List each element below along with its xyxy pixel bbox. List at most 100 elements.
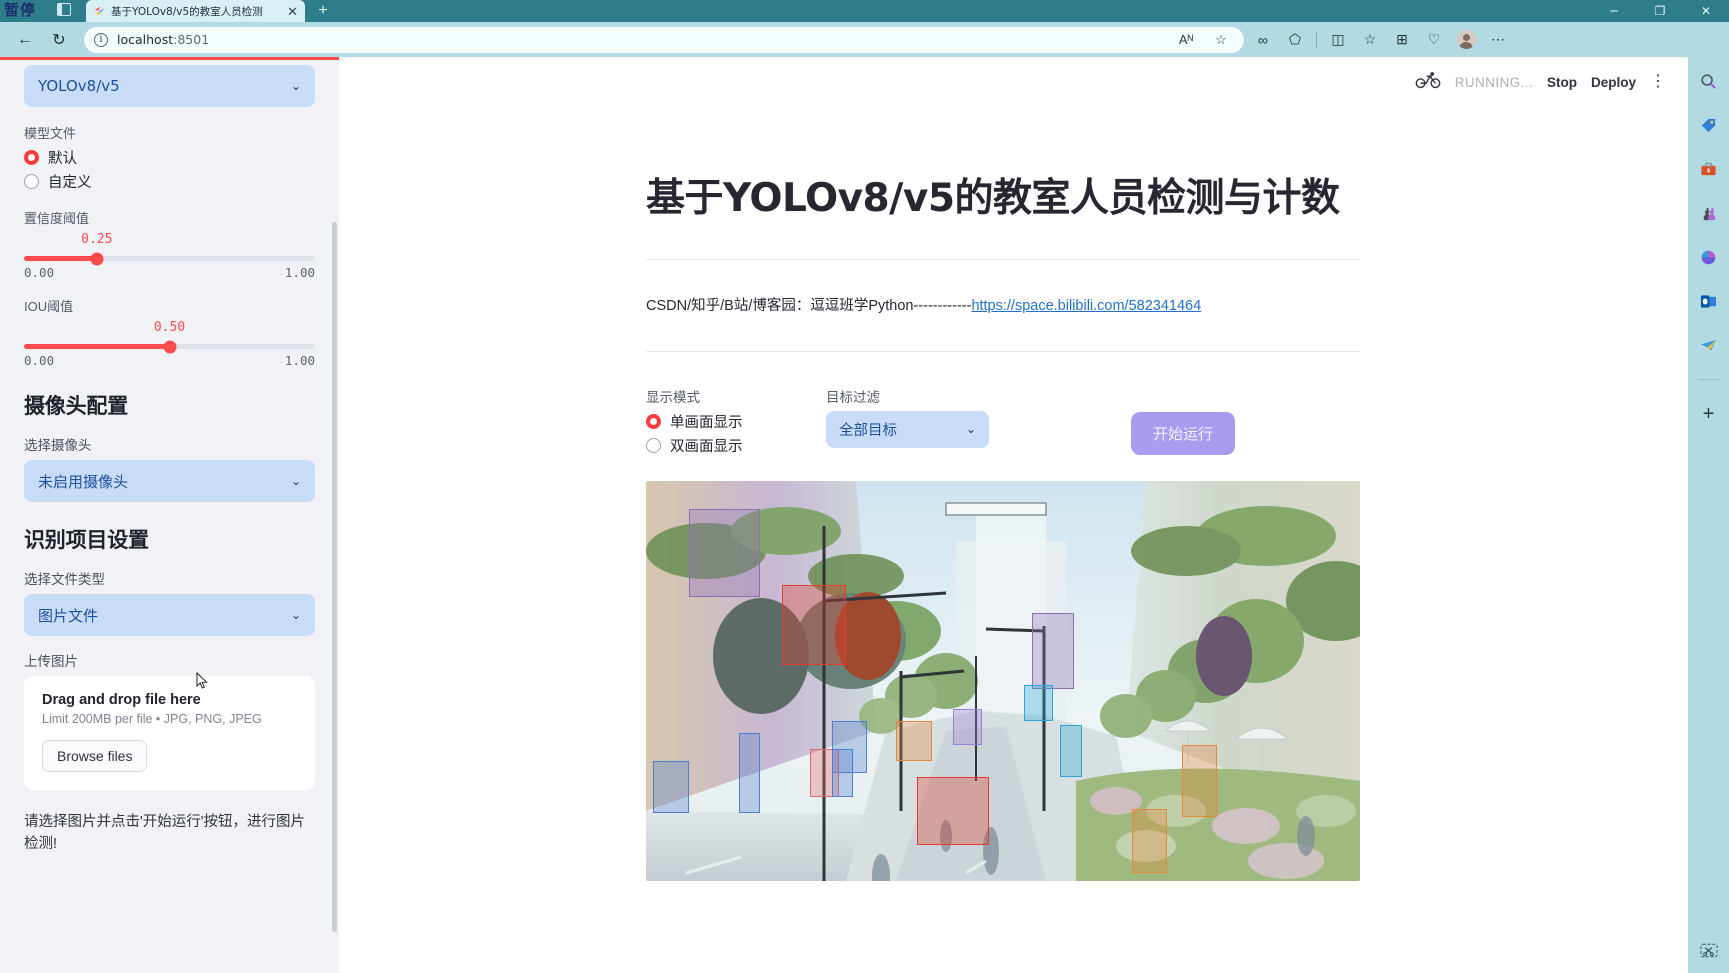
tab-search-icon[interactable]	[57, 3, 71, 16]
minimize-button[interactable]: ─	[1591, 0, 1637, 22]
camera-section-heading: 摄像头配置	[24, 395, 128, 418]
snip-tool-icon[interactable]	[1699, 941, 1718, 965]
file-uploader-dropzone[interactable]: Drag and drop file here Limit 200MB per …	[24, 676, 315, 790]
credit-line: CSDN/知乎/B站/博客园：逗逗班学Python------------htt…	[646, 294, 1360, 315]
running-status-text: RUNNING...	[1454, 74, 1533, 90]
iou-slider-value-wrap: 0.50	[24, 320, 315, 338]
page-title: 基于YOLOv8/v5的教室人员检测与计数	[646, 176, 1340, 221]
profile-avatar[interactable]	[1451, 26, 1481, 54]
radio-model-custom[interactable]: 自定义	[24, 171, 315, 192]
model-select[interactable]: YOLOv8/v5 ⌄	[24, 65, 315, 107]
stop-button[interactable]: Stop	[1547, 75, 1577, 90]
detection-bbox	[895, 720, 932, 761]
detection-bbox	[1131, 808, 1168, 873]
read-aloud-icon[interactable]: Aᴺ	[1173, 29, 1199, 51]
new-tab-button[interactable]: +	[312, 2, 334, 21]
deploy-button[interactable]: Deploy	[1591, 75, 1636, 90]
camera-select[interactable]: 未启用摄像头 ⌄	[24, 460, 315, 502]
target-filter-label: 目标过滤	[826, 389, 880, 405]
detection-bbox	[831, 748, 854, 797]
target-filter-select[interactable]: 全部目标 ⌄	[826, 410, 989, 448]
radio-icon	[24, 150, 39, 165]
window-tabstrip: 暂停 基于YOLOv8/v5的教室人员检测 ✕ + ─ ❐ ✕	[0, 0, 1729, 22]
streamlit-favicon	[93, 5, 106, 18]
radio-model-default[interactable]: 默认	[24, 147, 315, 168]
browser-tab[interactable]: 基于YOLOv8/v5的教室人员检测 ✕	[86, 0, 305, 22]
favorites-icon[interactable]: ☆	[1355, 26, 1385, 54]
favorite-star-icon[interactable]: ☆	[1208, 29, 1234, 51]
start-run-button[interactable]: 开始运行	[1131, 411, 1236, 455]
camera-select-value: 未启用摄像头	[38, 472, 129, 491]
copilot-icon[interactable]: ∞	[1248, 26, 1278, 54]
radio-label: 双画面显示	[670, 438, 743, 455]
tools-briefcase-icon[interactable]	[1695, 155, 1723, 183]
target-filter-value: 全部目标	[839, 422, 897, 439]
radio-icon	[24, 174, 39, 189]
telegram-icon[interactable]	[1695, 331, 1723, 359]
browser-essentials-icon[interactable]: ⬠	[1280, 26, 1310, 54]
bike-running-icon	[1415, 71, 1441, 94]
run-button-wrap: 开始运行	[1076, 386, 1360, 455]
conf-slider-value-wrap: 0.25	[24, 232, 315, 250]
upload-label: 上传图片	[24, 654, 78, 669]
detection-result-image	[646, 480, 1360, 881]
shopping-tag-icon[interactable]	[1695, 111, 1723, 139]
conf-slider-bounds: 0.00 1.00	[24, 265, 315, 280]
browse-files-button[interactable]: Browse files	[42, 740, 148, 772]
main-content-block: 基于YOLOv8/v5的教室人员检测与计数 CSDN/知乎/B站/博客园：逗逗班…	[646, 175, 1360, 881]
radio-dual-view[interactable]: 双画面显示	[646, 435, 826, 456]
browser-action-icons: ∞ ⬠ ◫ ☆ ⊞ ♡ ⋯	[1248, 26, 1513, 54]
address-bar[interactable]: i localhost:8501 Aᴺ ☆	[84, 26, 1244, 53]
filetype-select[interactable]: 图片文件 ⌄	[24, 594, 315, 636]
games-icon[interactable]	[1695, 199, 1723, 227]
main-menu-icon[interactable]: ⋮	[1650, 74, 1666, 90]
detection-bbox	[1024, 684, 1053, 721]
reload-icon[interactable]: ↻	[42, 26, 76, 54]
shopping-icon[interactable]: ♡	[1419, 26, 1449, 54]
conf-slider-max: 1.00	[284, 265, 315, 280]
detection-bbox	[688, 508, 761, 597]
split-screen-icon[interactable]: ◫	[1323, 26, 1353, 54]
iou-slider-label: IOU阈值	[24, 299, 74, 314]
search-icon[interactable]	[1695, 67, 1723, 95]
address-bar-url: localhost:8501	[117, 32, 1164, 47]
display-mode-group: 显示模式 单画面显示 双画面显示	[646, 386, 826, 459]
web-page: YOLOv8/v5 ⌄ 模型文件 默认 自定义 置信度阈值 0.25 0.00 …	[0, 57, 1688, 973]
detection-bbox	[953, 708, 982, 745]
display-mode-label: 显示模式	[646, 389, 700, 405]
bilibili-link[interactable]: https://space.bilibili.com/582341464	[971, 298, 1201, 314]
conf-slider[interactable]: 0.25 0.00 1.00	[24, 232, 315, 280]
site-info-icon[interactable]: i	[94, 32, 108, 47]
pause-overlay-badge: 暂停	[4, 1, 37, 19]
iou-slider-knob[interactable]	[163, 340, 176, 353]
add-sidebar-app-button[interactable]: +	[1695, 400, 1723, 428]
outlook-icon[interactable]	[1695, 287, 1723, 315]
collections-icon[interactable]: ⊞	[1387, 26, 1417, 54]
conf-slider-fill	[24, 256, 97, 261]
conf-slider-knob[interactable]	[90, 252, 104, 265]
filetype-select-value: 图片文件	[38, 606, 99, 625]
radio-single-view[interactable]: 单画面显示	[646, 411, 826, 432]
filetype-select-label: 选择文件类型	[24, 572, 105, 587]
office-icon[interactable]	[1695, 243, 1723, 271]
iou-slider-max: 1.00	[284, 353, 315, 368]
uploader-drag-text: Drag and drop file here	[42, 692, 201, 708]
iou-slider-track[interactable]	[24, 340, 315, 353]
project-section-heading: 识别项目设置	[24, 529, 149, 552]
model-file-label: 模型文件	[24, 126, 77, 141]
radio-label: 单画面显示	[670, 414, 743, 431]
camera-select-label: 选择摄像头	[24, 438, 92, 453]
target-filter-group: 目标过滤 全部目标 ⌄	[826, 386, 1076, 448]
sidebar-hint-text: 请选择图片并点击'开始运行'按钮，进行图片检测!	[24, 814, 306, 852]
close-icon[interactable]: ✕	[284, 5, 301, 18]
iou-slider[interactable]: 0.50 0.00 1.00	[24, 320, 315, 368]
close-window-button[interactable]: ✕	[1683, 0, 1729, 22]
sidebar-scrollbar[interactable]	[332, 222, 337, 932]
chevron-down-icon: ⌄	[290, 79, 301, 93]
back-icon[interactable]: ←	[8, 26, 42, 54]
settings-more-icon[interactable]: ⋯	[1483, 26, 1513, 54]
conf-slider-track[interactable]	[24, 252, 315, 265]
iou-slider-fill	[24, 344, 170, 349]
window-controls: ─ ❐ ✕	[1591, 0, 1729, 22]
maximize-button[interactable]: ❐	[1637, 0, 1683, 22]
